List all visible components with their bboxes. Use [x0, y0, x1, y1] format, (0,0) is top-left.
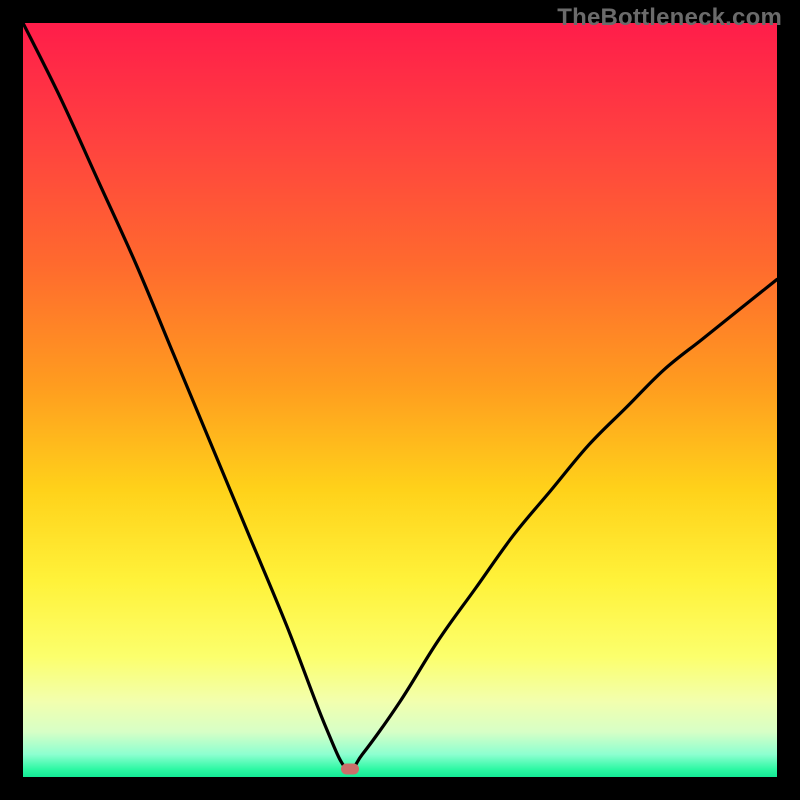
optimal-point-marker — [341, 764, 359, 775]
chart-frame: TheBottleneck.com — [0, 0, 800, 800]
watermark-text: TheBottleneck.com — [557, 4, 782, 32]
bottleneck-curve — [23, 23, 777, 777]
plot-area — [23, 23, 777, 777]
